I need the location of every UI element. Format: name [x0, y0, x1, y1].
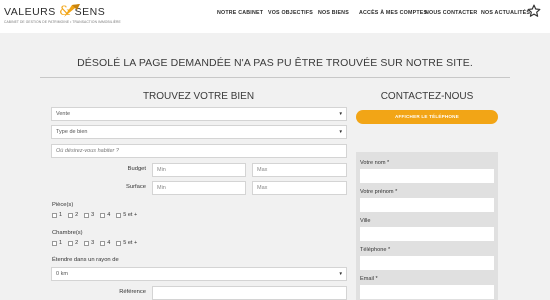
radius-select-value: 0 km — [56, 271, 68, 277]
contact-city-label: Ville — [360, 218, 371, 224]
nav-nos-actualites[interactable]: NOS ACTUALITÉS — [481, 10, 530, 16]
transaction-select-value: Vente — [56, 111, 71, 117]
bedrooms-option-2[interactable]: 2 — [68, 240, 78, 246]
radius-label: Étendre dans un rayon de — [52, 257, 119, 263]
site-header: VALEURS & SENS CABINET DE GESTION DE PAT… — [0, 0, 550, 32]
reference-label: Référence — [119, 289, 146, 295]
surface-min-input[interactable]: Min — [152, 181, 246, 195]
contact-name-input[interactable] — [360, 169, 494, 183]
rooms-label: Pièce(s) — [52, 202, 74, 208]
reference-input[interactable] — [152, 286, 347, 300]
rooms-option-1[interactable]: 1 — [52, 212, 62, 218]
contact-name-label: Votre nom * — [360, 160, 390, 166]
contact-email-label: Email * — [360, 276, 378, 282]
option-label: 3 — [91, 212, 95, 218]
radius-select[interactable]: 0 km ▼ — [51, 267, 347, 281]
checkbox[interactable] — [52, 212, 57, 218]
contact-firstname-input[interactable] — [360, 198, 494, 212]
logo-wordmark: VALEURS & SENS — [4, 4, 105, 19]
option-label: 3 — [91, 240, 95, 246]
nav-nous-contacter[interactable]: NOUS CONTACTER — [425, 10, 477, 16]
logo-tagline: CABINET DE GESTION DE PATRIMOINE • TRANS… — [4, 20, 121, 24]
checkbox[interactable] — [100, 212, 106, 218]
dropdown-caret-icon: ▼ — [338, 271, 343, 276]
dropdown-caret-icon: ▼ — [338, 129, 343, 134]
nav-acces-comptes[interactable]: ACCÈS À MES COMPTES — [359, 10, 427, 16]
contact-city-input[interactable] — [360, 227, 494, 241]
rooms-checkboxes: 1 2 3 4 5 et + — [52, 212, 143, 218]
option-label: 1 — [59, 240, 63, 246]
checkbox[interactable] — [84, 240, 90, 246]
location-input-placeholder: Où désirez-vous habiter ? — [56, 148, 119, 154]
bedrooms-label: Chambre(s) — [52, 230, 83, 236]
bedrooms-option-4[interactable]: 4 — [100, 240, 110, 246]
surface-max-input[interactable]: Max — [252, 181, 347, 195]
option-label: 2 — [75, 212, 79, 218]
bedrooms-checkboxes: 1 2 3 4 5 et + — [52, 240, 143, 246]
budget-min-placeholder: Min — [157, 167, 166, 173]
surface-min-placeholder: Min — [157, 185, 166, 191]
option-label: 4 — [107, 240, 111, 246]
checkbox[interactable] — [116, 240, 122, 246]
nav-nos-biens[interactable]: NOS BIENS — [318, 10, 349, 16]
bedrooms-option-3[interactable]: 3 — [84, 240, 94, 246]
checkbox[interactable] — [52, 240, 57, 246]
rooms-option-5plus[interactable]: 5 et + — [116, 212, 137, 218]
show-phone-button[interactable]: AFFICHER LE TÉLÉPHONE — [356, 110, 498, 124]
bedrooms-option-1[interactable]: 1 — [52, 240, 62, 246]
star-outline-icon[interactable] — [527, 4, 541, 18]
checkbox[interactable] — [68, 212, 74, 218]
contact-firstname-label: Votre prénom * — [360, 189, 398, 195]
rooms-option-4[interactable]: 4 — [100, 212, 110, 218]
divider — [40, 77, 510, 78]
checkbox[interactable] — [100, 240, 106, 246]
contact-form: Votre nom * Votre prénom * Ville Télépho… — [356, 152, 498, 300]
bedrooms-option-5plus[interactable]: 5 et + — [116, 240, 137, 246]
checkbox[interactable] — [84, 212, 90, 218]
option-label: 2 — [75, 240, 79, 246]
property-type-select[interactable]: Type de bien ▼ — [51, 125, 347, 139]
surface-label: Surface — [126, 184, 146, 190]
logo-word-valeurs: VALEURS — [4, 6, 56, 18]
search-title: TROUVEZ VOTRE BIEN — [142, 91, 255, 102]
logo-triangle-icon — [64, 4, 80, 17]
nav-vos-objectifs[interactable]: VOS OBJECTIFS — [268, 10, 313, 16]
transaction-select[interactable]: Vente ▼ — [51, 107, 347, 121]
option-label: 1 — [59, 212, 63, 218]
nav-notre-cabinet[interactable]: NOTRE CABINET — [217, 10, 263, 16]
contact-phone-input[interactable] — [360, 256, 494, 270]
property-type-select-value: Type de bien — [56, 129, 88, 135]
rooms-option-2[interactable]: 2 — [68, 212, 78, 218]
contact-phone-label: Téléphone * — [360, 247, 391, 253]
option-label: 4 — [107, 212, 111, 218]
rooms-option-3[interactable]: 3 — [84, 212, 94, 218]
error-message: DÉSOLÉ LA PAGE DEMANDÉE N'A PAS PU ÊTRE … — [77, 57, 473, 69]
contact-email-input[interactable] — [360, 285, 494, 299]
contact-title: CONTACTEZ-NOUS — [380, 91, 474, 102]
option-label: 5 et + — [123, 212, 138, 218]
budget-max-placeholder: Max — [257, 167, 268, 173]
checkbox[interactable] — [116, 212, 122, 218]
budget-max-input[interactable]: Max — [252, 163, 347, 177]
budget-label: Budget — [127, 166, 146, 172]
surface-max-placeholder: Max — [257, 185, 268, 191]
option-label: 5 et + — [123, 240, 138, 246]
dropdown-caret-icon: ▼ — [338, 111, 343, 116]
checkbox[interactable] — [68, 240, 74, 246]
location-input[interactable]: Où désirez-vous habiter ? — [51, 144, 347, 158]
logo[interactable]: VALEURS & SENS CABINET DE GESTION DE PAT… — [4, 3, 124, 31]
budget-min-input[interactable]: Min — [152, 163, 246, 177]
